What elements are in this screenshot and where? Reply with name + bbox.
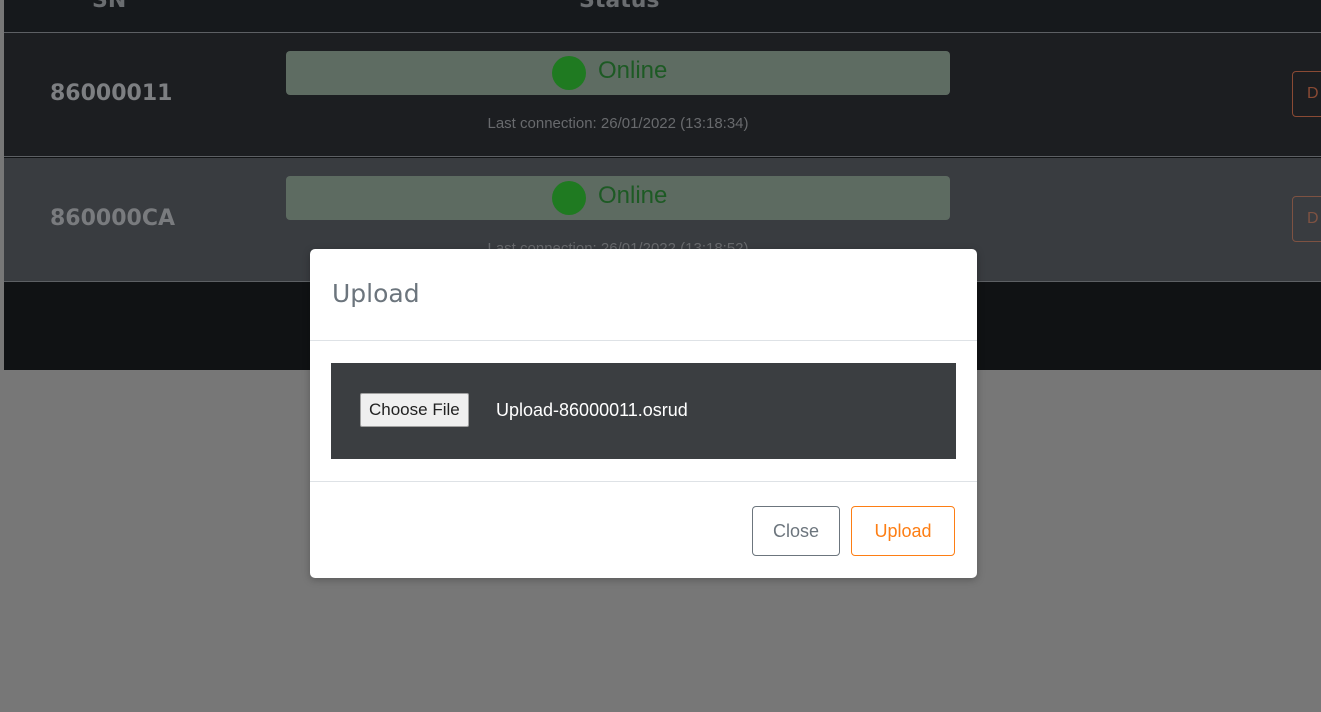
table-header: SN Status	[4, 0, 1321, 33]
upload-button[interactable]: Upload	[851, 506, 955, 556]
online-dot-icon	[552, 56, 586, 90]
selected-file-name: Upload-86000011.osrud	[496, 400, 688, 420]
column-header-status: Status	[579, 0, 660, 13]
table-row: 86000011 Online Last connection: 26/01/2…	[4, 33, 1321, 157]
column-header-sn: SN	[92, 0, 127, 13]
row-action-button[interactable]: D	[1292, 71, 1321, 117]
modal-title: Upload	[332, 279, 420, 308]
status-text: Online	[598, 182, 668, 209]
row-action-button[interactable]: D	[1292, 196, 1321, 242]
modal-footer: Close Upload	[310, 481, 977, 578]
online-dot-icon	[552, 181, 586, 215]
upload-modal: Upload Choose File Upload-86000011.osrud…	[310, 249, 977, 578]
modal-header: Upload	[310, 249, 977, 341]
choose-file-button[interactable]: Choose File	[360, 393, 469, 427]
sn-cell: 86000011	[50, 81, 173, 106]
last-connection: Last connection: 26/01/2022 (13:18:34)	[487, 115, 749, 132]
close-button[interactable]: Close	[752, 506, 840, 556]
status-text: Online	[598, 57, 668, 84]
page: SN Status 86000011 Online Last connectio…	[0, 0, 1321, 712]
sn-cell: 860000CA	[50, 206, 176, 231]
status-badge: Online	[286, 51, 950, 95]
status-badge: Online	[286, 176, 950, 220]
file-input-area: Choose File Upload-86000011.osrud	[331, 363, 956, 459]
